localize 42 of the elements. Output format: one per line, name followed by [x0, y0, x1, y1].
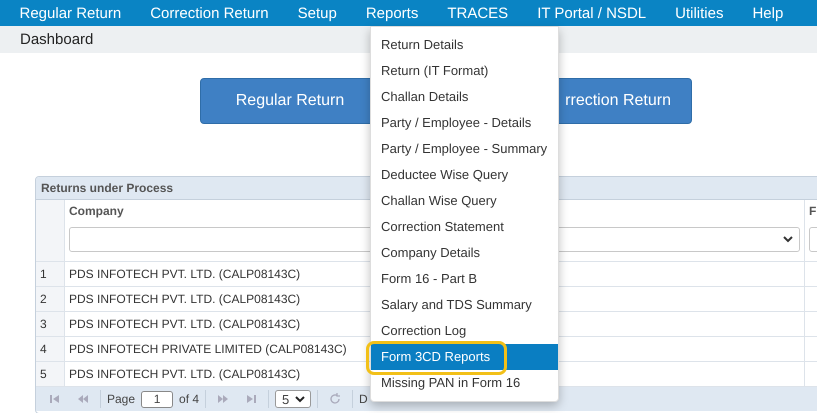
menu-bar-item[interactable]: Utilities	[660, 4, 738, 22]
menu-item[interactable]: Return Details	[371, 32, 558, 58]
previous-page-icon[interactable]	[78, 395, 88, 403]
row-number: 3	[40, 317, 47, 331]
table-cell: PDS INFOTECH PVT. LTD. (CALP08143C)	[69, 292, 300, 306]
page-size-select[interactable]: 5	[275, 390, 312, 408]
page-label: Page	[107, 392, 136, 406]
chevron-down-icon	[783, 236, 793, 243]
first-page-icon[interactable]	[50, 395, 60, 403]
breadcrumb[interactable]: Dashboard	[20, 31, 94, 48]
row-number: 5	[40, 367, 47, 381]
menu-item[interactable]: Correction Statement	[371, 214, 558, 240]
last-page-icon[interactable]	[246, 395, 256, 403]
menu-bar-item[interactable]: IT Portal / NSDL	[522, 4, 661, 22]
record-status: D	[359, 392, 368, 406]
row-number: 1	[40, 267, 47, 281]
menu-item[interactable]: Salary and TDS Summary	[371, 292, 558, 318]
menu-bar-item[interactable]: TRACES	[432, 4, 523, 22]
table-cell: PDS INFOTECH PVT. LTD. (CALP08143C)	[69, 317, 300, 331]
menu-bar-item[interactable]: Setup	[283, 4, 352, 22]
page-count: of 4	[179, 392, 200, 406]
column-header: Company	[69, 204, 124, 218]
menu-item[interactable]: Missing PAN in Form 16	[371, 370, 558, 396]
table-cell: PDS INFOTECH PVT. LTD. (CALP08143C)	[69, 267, 300, 281]
menu-item[interactable]: Correction Log	[371, 318, 558, 344]
refresh-icon[interactable]	[329, 393, 342, 405]
menu-item[interactable]: Form 16 - Part B	[371, 266, 558, 292]
menu-bar-item[interactable]: Help	[738, 4, 798, 22]
column-header: F	[809, 204, 816, 218]
menu-bar-item[interactable]: Correction Return	[136, 4, 284, 22]
menu-item[interactable]: Company Details	[371, 240, 558, 266]
menu-item[interactable]: Form 3CD Reports	[371, 344, 558, 370]
menu-bar-item[interactable]: Regular Return	[5, 4, 136, 22]
row-number: 2	[40, 292, 47, 306]
next-page-icon[interactable]	[218, 395, 228, 403]
page-input[interactable]: 1	[141, 390, 174, 408]
chevron-down-icon	[295, 396, 306, 402]
row-number: 4	[40, 342, 47, 356]
table-cell: PDS INFOTECH PRIVATE LIMITED (CALP08143C)	[69, 342, 347, 356]
menu-bar-item[interactable]: Reports	[351, 4, 433, 22]
menu-item[interactable]: Party / Employee - Summary	[371, 136, 558, 162]
table-cell: PDS INFOTECH PVT. LTD. (CALP08143C)	[69, 367, 300, 381]
